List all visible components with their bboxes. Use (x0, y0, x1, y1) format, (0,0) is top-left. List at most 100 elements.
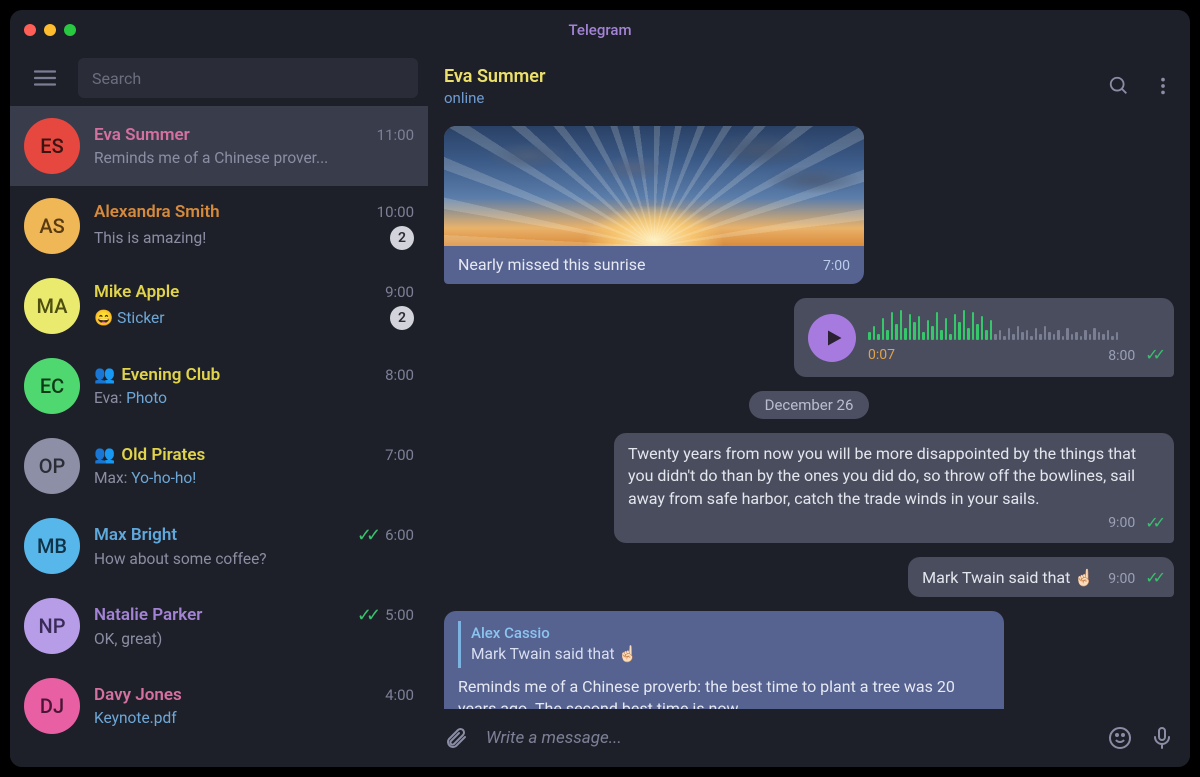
chat-time: 11:00 (377, 126, 414, 144)
avatar: EC (24, 358, 80, 414)
avatar: ES (24, 118, 80, 174)
chat-time: 7:00 (385, 446, 414, 464)
chat-list-item[interactable]: NP Natalie Parker ✓✓ 5:00 OK, great) (10, 586, 428, 666)
message-time: 9:00 (1108, 514, 1135, 534)
chat-header-status: online (444, 89, 1108, 107)
voice-record-button[interactable] (1150, 726, 1174, 750)
read-checks-icon: ✓✓ (1145, 512, 1160, 534)
reply-reference[interactable]: Alex Cassio Mark Twain said that ☝🏻 (458, 621, 990, 668)
message-voice[interactable]: 0:07 8:00 ✓✓ (794, 298, 1174, 377)
app-title: Telegram (568, 21, 631, 39)
hamburger-icon (34, 70, 56, 86)
reply-quoted-text: Mark Twain said that ☝🏻 (471, 644, 990, 666)
chat-preview: 😄 Sticker (94, 309, 382, 327)
date-divider: December 26 (749, 391, 870, 419)
chat-list: ES Eva Summer 11:00 Reminds me of a Chinese… (10, 106, 428, 767)
voice-waveform[interactable] (868, 308, 1160, 340)
chat-preview: OK, great) (94, 630, 414, 648)
chat-list-item[interactable]: MB Max Bright ✓✓ 6:00 How about some coffee? (10, 506, 428, 586)
voice-duration: 0:07 (868, 346, 895, 366)
read-checks-icon: ✓✓ (1145, 345, 1160, 364)
emoji-button[interactable] (1108, 726, 1132, 750)
search-in-chat-button[interactable] (1108, 75, 1130, 97)
search-icon (1108, 75, 1130, 97)
message-body: Twenty years from now you will be more d… (628, 444, 1136, 508)
message-body: Reminds me of a Chinese proverb: the bes… (458, 677, 955, 709)
chat-name: 👥 Evening Club (94, 365, 379, 385)
chat-time: 8:00 (385, 366, 414, 384)
message-time: 9:00 (1108, 571, 1135, 587)
minimize-window-button[interactable] (44, 24, 56, 36)
read-checks-icon: ✓✓ (357, 605, 375, 626)
smile-icon (1108, 726, 1132, 750)
message-text[interactable]: Mark Twain said that ☝🏻 9:00 ✓✓ (908, 557, 1174, 598)
more-vertical-icon (1152, 75, 1174, 97)
search-input[interactable]: Search (78, 58, 418, 98)
message-text[interactable]: Twenty years from now you will be more d… (614, 433, 1174, 543)
chat-preview: Eva: Photo (94, 389, 414, 407)
chat-name: Max Bright (94, 525, 351, 545)
chat-preview: How about some coffee? (94, 550, 414, 568)
message-input[interactable]: Write a message... (486, 728, 1090, 748)
chat-list-item[interactable]: EC 👥 Evening Club 8:00 Eva: Photo (10, 346, 428, 426)
message-reply[interactable]: Alex Cassio Mark Twain said that ☝🏻 Remi… (444, 611, 1004, 709)
chat-name: 👥 Old Pirates (94, 445, 379, 465)
chat-time: 4:00 (385, 686, 414, 704)
avatar: DJ (24, 678, 80, 734)
message-time: 7:00 (823, 257, 850, 277)
message-image[interactable]: Nearly missed this sunrise 7:00 (444, 126, 864, 284)
window-controls (24, 24, 76, 36)
read-checks-icon: ✓✓ (1145, 568, 1160, 587)
close-window-button[interactable] (24, 24, 36, 36)
play-button[interactable] (808, 314, 856, 362)
message-input-bar: Write a message... (428, 709, 1190, 767)
message-body: Mark Twain said that ☝🏻 (922, 568, 1094, 587)
chat-name: Mike Apple (94, 282, 379, 302)
group-icon: 👥 (94, 445, 115, 465)
sidebar: Search ES Eva Summer 11:00 Reminds me of a … (10, 50, 428, 767)
chat-header: Eva Summer online (428, 50, 1190, 122)
chat-time: 6:00 (385, 526, 414, 544)
avatar: NP (24, 598, 80, 654)
app-window: Telegram Search ES Eva Summer 11:00 Reminds… (10, 10, 1190, 767)
attach-button[interactable] (444, 726, 468, 750)
message-list: Nearly missed this sunrise 7:00 (428, 122, 1190, 709)
unread-badge: 2 (390, 226, 414, 250)
group-icon: 👥 (94, 365, 115, 385)
chat-list-item[interactable]: MA Mike Apple 9:00😄 Sticker 2 (10, 266, 428, 346)
avatar: MB (24, 518, 80, 574)
microphone-icon (1150, 726, 1174, 750)
chat-name: Davy Jones (94, 685, 379, 705)
titlebar: Telegram (10, 10, 1190, 50)
chat-preview: Keynote.pdf (94, 709, 414, 727)
image-caption: Nearly missed this sunrise (458, 254, 813, 276)
avatar: AS (24, 198, 80, 254)
chat-list-item[interactable]: DJ Davy Jones 4:00 Keynote.pdf (10, 666, 428, 746)
chat-name: Eva Summer (94, 125, 371, 145)
reply-sender-name: Alex Cassio (471, 623, 990, 644)
chat-pane: Eva Summer online (428, 50, 1190, 767)
read-checks-icon: ✓✓ (357, 525, 375, 546)
maximize-window-button[interactable] (64, 24, 76, 36)
chat-name: Alexandra Smith (94, 202, 371, 222)
chat-preview: This is amazing! (94, 229, 382, 247)
avatar: MA (24, 278, 80, 334)
chat-list-item[interactable]: ES Eva Summer 11:00 Reminds me of a Chinese… (10, 106, 428, 186)
chat-list-item[interactable]: AS Alexandra Smith 10:00 This is amazing! 2 (10, 186, 428, 266)
avatar: OP (24, 438, 80, 494)
chat-list-item[interactable]: OP 👥 Old Pirates 7:00 Max: Yo-ho-ho! (10, 426, 428, 506)
chat-header-name[interactable]: Eva Summer (444, 66, 1108, 87)
more-options-button[interactable] (1152, 75, 1174, 97)
message-time: 8:00 (1108, 348, 1135, 364)
image-attachment[interactable] (444, 126, 864, 246)
paperclip-icon (444, 726, 468, 750)
chat-name: Natalie Parker (94, 605, 351, 625)
unread-badge: 2 (390, 306, 414, 330)
chat-time: 10:00 (377, 203, 414, 221)
chat-preview: Max: Yo-ho-ho! (94, 469, 414, 487)
play-icon (825, 329, 843, 347)
chat-time: 9:00 (385, 283, 414, 301)
chat-time: 5:00 (385, 606, 414, 624)
menu-button[interactable] (18, 54, 72, 102)
chat-preview: Reminds me of a Chinese prover... (94, 149, 414, 167)
